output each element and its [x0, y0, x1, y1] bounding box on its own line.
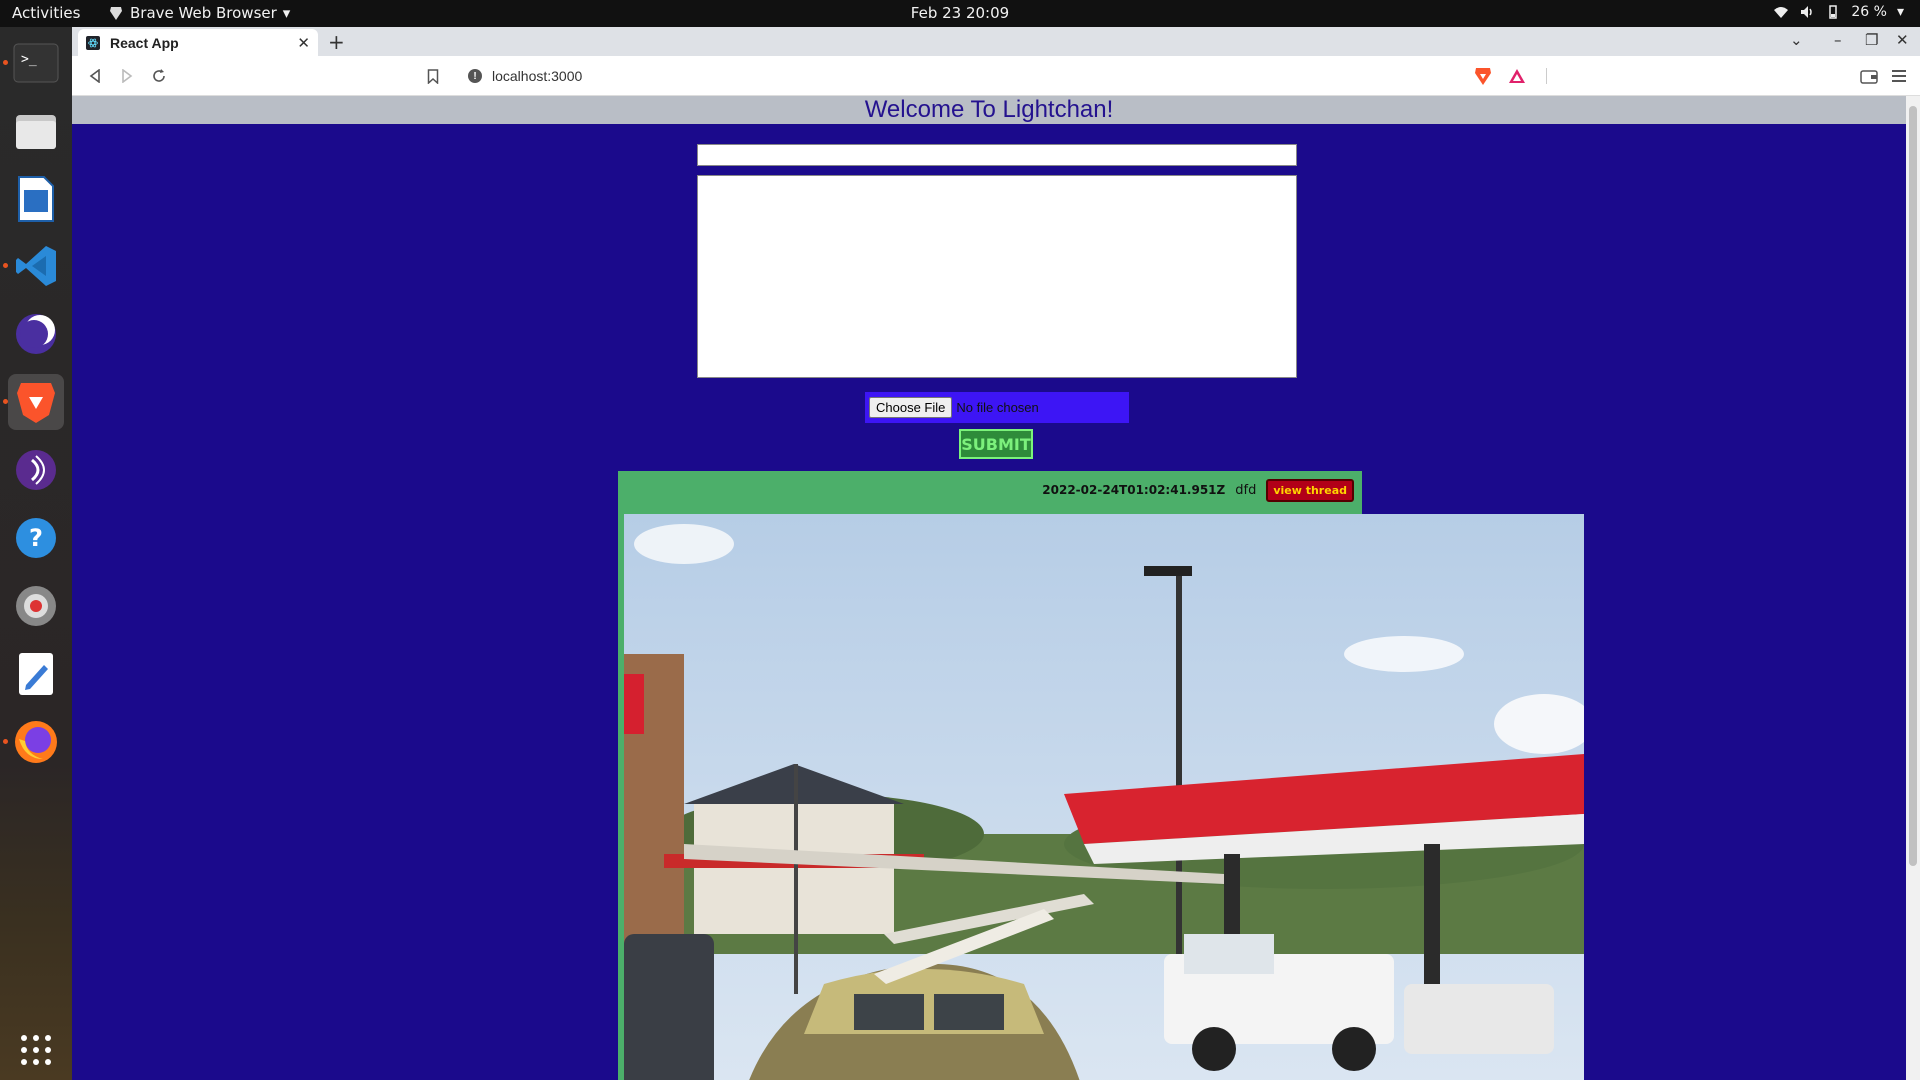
post-header: 2022-02-24T01:02:41.951Z dfd view thread: [618, 471, 1362, 509]
chevron-down-icon: ▾: [282, 4, 291, 22]
system-tray[interactable]: 26 % ▾: [1773, 4, 1904, 20]
post-author: dfd: [1235, 482, 1257, 498]
submit-button[interactable]: SUBMIT: [959, 429, 1033, 459]
tab-strip: React App ✕ + ⌄ – ❐ ✕: [72, 27, 1920, 56]
dock-disk-utility[interactable]: [8, 578, 64, 634]
reload-button[interactable]: [148, 65, 170, 87]
help-icon: ?: [16, 518, 56, 558]
tab-list-chevron-icon[interactable]: ⌄: [1790, 31, 1803, 49]
wallet-icon: [1860, 70, 1878, 84]
running-indicator: [3, 263, 8, 268]
dock-text-editor[interactable]: [8, 646, 64, 702]
page-scrollbar[interactable]: [1906, 96, 1920, 1080]
address-bar[interactable]: ! localhost:3000: [456, 61, 1547, 91]
rewards-triangle-icon: [1509, 69, 1525, 83]
activities-button[interactable]: Activities: [12, 4, 80, 22]
moon-icon: [16, 314, 56, 354]
page-viewport: Welcome To Lightchan! Choose File No fil…: [72, 96, 1920, 1080]
volume-icon: [1801, 6, 1813, 18]
post-image[interactable]: [624, 514, 1584, 1080]
running-indicator: [3, 60, 8, 65]
back-arrow-icon: [89, 69, 100, 83]
file-status: No file chosen: [956, 400, 1039, 415]
podcast-icon: [16, 450, 56, 490]
running-indicator: [3, 399, 8, 404]
dock-brave-browser[interactable]: [8, 374, 64, 430]
brave-shield-icon: [1475, 68, 1491, 85]
url-text: localhost:3000: [492, 68, 583, 84]
battery-icon: [1829, 5, 1838, 19]
system-top-bar: Activities Brave Web Browser ▾ Feb 23 20…: [0, 0, 1920, 27]
firefox-icon: [15, 721, 57, 763]
app-menu-label: Brave Web Browser: [130, 4, 277, 22]
file-input[interactable]: Choose File No file chosen: [865, 392, 1129, 423]
gas-station-photo: [624, 514, 1584, 1080]
terminal-icon: >_: [13, 43, 59, 83]
comment-textarea[interactable]: [697, 175, 1297, 378]
brave-shields-button[interactable]: [1472, 65, 1494, 87]
bookmark-button[interactable]: [422, 65, 444, 87]
wifi-icon: [1774, 7, 1789, 18]
new-tab-button[interactable]: +: [328, 30, 345, 54]
folder-icon: [16, 115, 56, 149]
dock: >_ ?: [0, 27, 72, 1080]
wallet-button[interactable]: [1858, 65, 1880, 87]
dock-podcast-app[interactable]: [8, 442, 64, 498]
dock-terminal[interactable]: >_: [8, 35, 64, 91]
text-editor-icon: [19, 653, 53, 695]
chevron-down-icon: ▾: [1896, 4, 1904, 20]
tab-react-app[interactable]: React App ✕: [78, 29, 318, 56]
site-info-icon[interactable]: !: [468, 69, 482, 83]
close-tab-icon[interactable]: ✕: [297, 34, 310, 52]
writer-document-icon: [18, 176, 54, 222]
lifebuoy-icon: [16, 586, 56, 626]
bookmark-icon: [427, 68, 439, 84]
tab-title: React App: [110, 34, 179, 51]
browser-toolbar: ! localhost:3000: [72, 56, 1920, 96]
menu-button[interactable]: [1888, 65, 1910, 87]
brave-lion-icon: [110, 7, 122, 20]
forward-button[interactable]: [116, 65, 138, 87]
restore-button[interactable]: ❐: [1865, 31, 1878, 49]
forward-arrow-icon: [122, 69, 133, 83]
dock-firefox[interactable]: [8, 714, 64, 770]
hamburger-menu-icon: [1892, 70, 1906, 82]
svg-text:?: ?: [29, 524, 43, 552]
brave-lion-icon: [17, 383, 55, 423]
post-timestamp: 2022-02-24T01:02:41.951Z: [1042, 483, 1226, 497]
show-applications-button[interactable]: [8, 1022, 64, 1078]
brave-rewards-button[interactable]: [1506, 65, 1528, 87]
vscode-icon: [16, 246, 56, 286]
view-thread-button[interactable]: view thread: [1266, 478, 1354, 502]
page-title: Welcome To Lightchan!: [72, 96, 1906, 124]
close-window-button[interactable]: ✕: [1896, 31, 1909, 49]
app-menu[interactable]: Brave Web Browser ▾: [108, 4, 290, 22]
minimize-button[interactable]: –: [1834, 31, 1842, 49]
browser-window: React App ✕ + ⌄ – ❐ ✕ ! localhost:3000 W…: [72, 27, 1920, 1080]
dock-eclipse-like-app[interactable]: [8, 306, 64, 362]
back-button[interactable]: [84, 65, 106, 87]
choose-file-button[interactable]: Choose File: [869, 397, 953, 418]
app-grid-icon: [21, 1035, 51, 1065]
divider: [1546, 68, 1547, 84]
svg-text:>_: >_: [21, 52, 37, 67]
dock-vscode[interactable]: [8, 238, 64, 294]
reload-icon: [153, 69, 165, 82]
subject-input[interactable]: [697, 144, 1297, 166]
scrollbar-thumb[interactable]: [1909, 106, 1917, 866]
battery-percent: 26 %: [1851, 4, 1887, 20]
react-favicon-icon: [86, 35, 100, 50]
running-indicator: [3, 739, 8, 744]
dock-libreoffice-writer[interactable]: [8, 171, 64, 227]
dock-files[interactable]: [8, 103, 64, 159]
dock-help[interactable]: ?: [8, 510, 64, 566]
